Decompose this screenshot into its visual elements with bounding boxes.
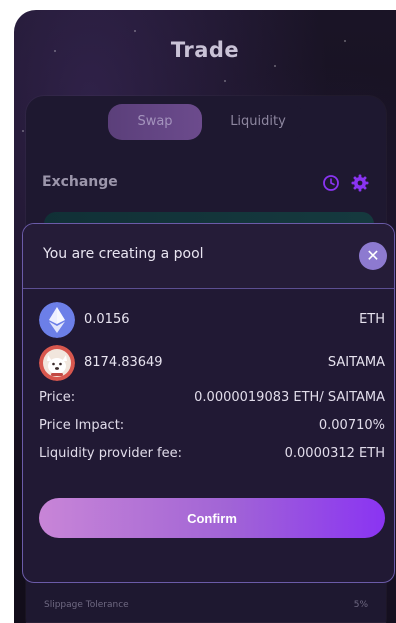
timer-icon[interactable]: [322, 174, 340, 192]
price-impact-label: Price Impact:: [39, 418, 125, 433]
slippage-value: 5%: [353, 600, 368, 610]
page-title: Trade: [170, 38, 240, 62]
price-value: 0.0000019083 ETH/ SAITAMA: [194, 390, 385, 405]
price-row: Price: 0.0000019083 ETH/ SAITAMA: [39, 390, 385, 408]
price-impact-row: Price Impact: 0.00710%: [39, 418, 385, 436]
trade-mode-tabs: Swap Liquidity: [108, 104, 304, 140]
eth-icon: [39, 302, 75, 338]
background-star: [134, 30, 136, 32]
token-symbol: ETH: [359, 312, 385, 327]
create-pool-modal: You are creating a pool ✕ 0.0156 ETH 817…: [22, 223, 395, 583]
modal-header: You are creating a pool ✕: [23, 224, 394, 289]
background-star: [274, 65, 276, 67]
background-star: [22, 130, 24, 132]
confirm-button[interactable]: Confirm: [39, 498, 385, 538]
exchange-label: Exchange: [42, 174, 118, 190]
tab-swap[interactable]: Swap: [108, 104, 202, 140]
slippage-label: Slippage Tolerance: [44, 600, 129, 610]
tab-liquidity[interactable]: Liquidity: [212, 104, 304, 140]
provider-fee-value: 0.0000312 ETH: [284, 446, 385, 461]
token-amount: 8174.83649: [84, 355, 163, 370]
token-amount: 0.0156: [84, 312, 130, 327]
saitama-icon: [39, 345, 75, 381]
provider-fee-row: Liquidity provider fee: 0.0000312 ETH: [39, 446, 385, 464]
provider-fee-label: Liquidity provider fee:: [39, 446, 182, 461]
token-symbol: SAITAMA: [327, 355, 385, 370]
token-row-saitama: 8174.83649 SAITAMA: [39, 345, 385, 381]
gear-icon[interactable]: [350, 173, 370, 193]
close-icon: ✕: [366, 246, 380, 265]
background-star: [224, 80, 226, 82]
close-button[interactable]: ✕: [359, 242, 387, 270]
price-label: Price:: [39, 390, 76, 405]
token-row-eth: 0.0156 ETH: [39, 302, 385, 338]
price-impact-value: 0.00710%: [318, 418, 385, 433]
modal-title: You are creating a pool: [43, 246, 204, 262]
